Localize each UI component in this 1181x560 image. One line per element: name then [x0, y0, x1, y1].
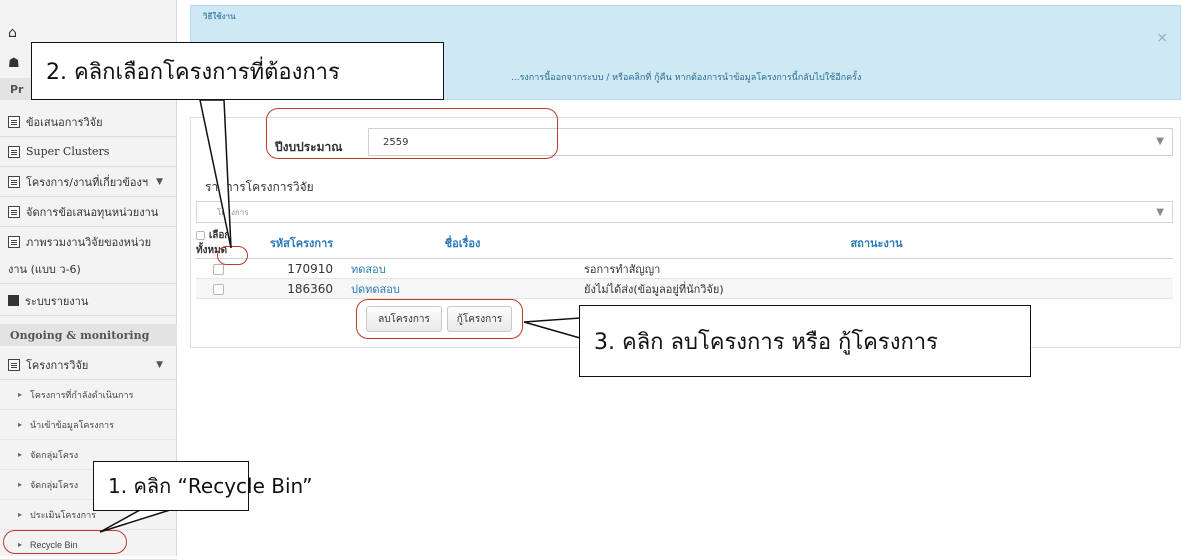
bullet-icon: ▸ — [18, 450, 23, 459]
document-icon — [8, 205, 20, 218]
code-header[interactable]: รหัสโครงการ — [240, 228, 345, 259]
table-header-row: เลือกทั้งหมด รหัสโครงการ ชื่อเรื่อง สถาน… — [196, 228, 1173, 259]
sidebar-item-unit-overview[interactable]: ภาพรวมงานวิจัยของหน่วย — [0, 227, 177, 257]
project-code: 186360 — [240, 278, 345, 299]
sidebar-item-related-projects[interactable]: โครงการ/งานที่เกี่ยวข้องฯ ▼ — [0, 167, 177, 197]
section-header-ongoing: Ongoing & monitoring — [0, 324, 177, 346]
chevron-down-icon: ▼ — [1156, 136, 1164, 147]
sidebar-item-label: โครงการวิจัย — [26, 358, 89, 372]
callout-step2: 2. คลิกเลือกโครงการที่ต้องการ — [31, 42, 444, 100]
sidebar-item-label: ระบบรายงาน — [25, 294, 89, 308]
sidebar-item-super-clusters[interactable]: Super Clusters — [0, 137, 177, 167]
document-icon — [8, 175, 20, 188]
bullet-icon: ▸ — [18, 510, 23, 519]
sidebar-item-label: จัดการข้อเสนอทุนหน่วยงาน — [26, 205, 159, 219]
project-status: รอการทำสัญญา — [580, 258, 1173, 279]
sidebar-item-label: Super Clusters — [26, 145, 110, 158]
home-icon: ⌂ — [8, 25, 17, 41]
report-icon — [8, 295, 19, 306]
table-row: 170910 ทดสอบ รอการทำสัญญา — [196, 258, 1173, 279]
profile-icon: ☗ — [8, 55, 20, 71]
sidebar-item-unit-overview-cont[interactable]: งาน (แบบ ว-6) — [0, 254, 177, 284]
close-icon[interactable]: × — [1156, 30, 1168, 46]
document-icon — [8, 236, 20, 248]
sidebar-sub-label: จัดกลุ่มโครง — [30, 480, 79, 491]
sidebar-item-research-projects[interactable]: โครงการวิจัย ▼ — [0, 350, 177, 380]
status-header[interactable]: สถานะงาน — [580, 228, 1173, 259]
alert-text: ...รงการนี้ออกจากระบบ / หรือคลิกที่ กู้ค… — [511, 73, 862, 83]
sidebar-item-label: ภาพรวมงานวิจัยของหน่วย — [26, 236, 152, 249]
callout-step3: 3. คลิก ลบโครงการ หรือ กู้โครงการ — [579, 305, 1031, 377]
callout-step1: 1. คลิก “Recycle Bin” — [93, 461, 312, 511]
select-all-checkbox[interactable] — [196, 230, 205, 240]
project-filter-select[interactable]: โครงการ ▼ — [196, 201, 1173, 223]
recycle-bin-highlight — [3, 530, 127, 554]
bullet-icon: ▸ — [18, 420, 23, 429]
bullet-icon: ▸ — [18, 480, 23, 489]
alert-title: วิธีใช้งาน — [203, 12, 236, 21]
row-checkbox[interactable] — [212, 263, 224, 275]
sidebar-item-proposals[interactable]: ข้อเสนอการวิจัย — [0, 107, 177, 137]
table-row: 186360 ปดทดสอบ ยังไม่ได้ส่ง(ข้อมูลอยู่ที… — [196, 278, 1173, 299]
sidebar-item-label: งาน (แบบ ว-6) — [8, 262, 81, 276]
bullet-icon: ▸ — [18, 390, 23, 399]
caret-down-icon: ▼ — [156, 176, 163, 187]
project-table: เลือกทั้งหมด รหัสโครงการ ชื่อเรื่อง สถาน… — [196, 228, 1173, 299]
document-icon — [8, 115, 20, 128]
buttons-highlight — [356, 299, 523, 339]
sidebar-item-unit-funding[interactable]: จัดการข้อเสนอทุนหน่วยงาน — [0, 197, 177, 227]
project-title-link[interactable]: ทดสอบ — [345, 258, 580, 279]
sidebar-sub-import-projects[interactable]: ▸ นำเข้าข้อมูลโครงการ — [0, 410, 177, 440]
sidebar-item-label: โครงการ/งานที่เกี่ยวข้องฯ — [26, 175, 149, 189]
chevron-down-icon: ▼ — [1156, 207, 1164, 218]
project-status: ยังไม่ได้ส่ง(ข้อมูลอยู่ที่นักวิจัย) — [580, 278, 1173, 299]
checkbox-highlight — [217, 246, 248, 265]
document-icon — [8, 358, 20, 371]
project-title-link[interactable]: ปดทดสอบ — [345, 278, 580, 299]
sidebar-sub-label: ประเมินโครงการ — [30, 510, 96, 521]
sidebar-sub-label: นำเข้าข้อมูลโครงการ — [30, 420, 114, 431]
document-icon — [8, 145, 20, 158]
sidebar-item-reports[interactable]: ระบบรายงาน — [0, 286, 177, 316]
sidebar-sub-label: จัดกลุ่มโครง — [30, 450, 79, 461]
row-checkbox[interactable] — [212, 283, 224, 295]
sidebar-sub-ongoing-projects[interactable]: ▸ โครงการที่กำลังดำเนินการ — [0, 380, 177, 410]
filter-placeholder: โครงการ — [217, 207, 249, 217]
title-header[interactable]: ชื่อเรื่อง — [345, 228, 580, 259]
project-code: 170910 — [240, 258, 345, 279]
project-list-title: รายการโครงการวิจัย — [205, 180, 314, 194]
caret-down-icon: ▼ — [156, 359, 163, 370]
sidebar-sub-label: โครงการที่กำลังดำเนินการ — [30, 390, 134, 401]
sidebar-item-label: ข้อเสนอการวิจัย — [26, 115, 103, 129]
year-highlight — [266, 108, 558, 159]
